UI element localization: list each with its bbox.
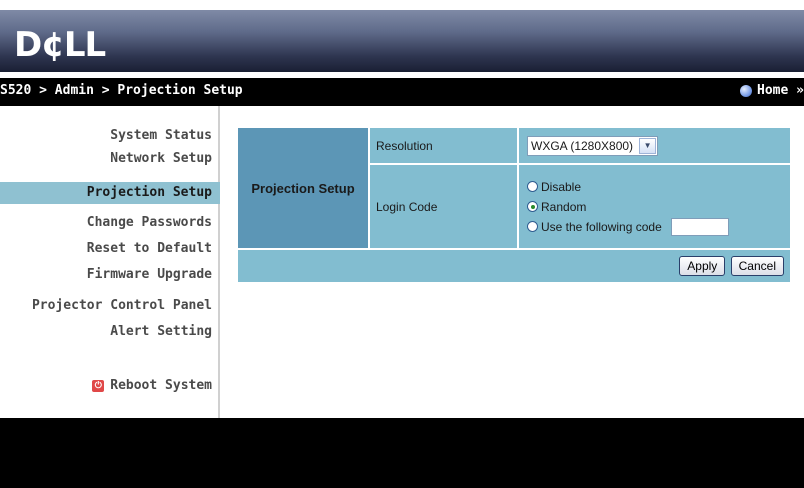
- sidebar-item-alert-setting[interactable]: Alert Setting: [2, 324, 212, 339]
- projection-setup-table: Projection Setup Resolution WXGA (1280X8…: [236, 126, 792, 284]
- home-link[interactable]: Home »: [740, 83, 804, 98]
- sidebar-item-firmware-upgrade[interactable]: Firmware Upgrade: [2, 267, 212, 282]
- breadcrumb-bar: S520 > Admin > Projection Setup Home »: [0, 78, 804, 106]
- sidebar-item-projection-setup[interactable]: Projection Setup: [0, 182, 220, 204]
- resolution-label: Resolution: [370, 128, 517, 163]
- resolution-select-value: WXGA (1280X800): [531, 138, 634, 153]
- sidebar-item-change-passwords[interactable]: Change Passwords: [2, 215, 212, 230]
- sidebar-nav: System Status Network Setup Projection S…: [0, 106, 220, 418]
- top-page-strip: [0, 0, 804, 10]
- custom-code-radio[interactable]: [527, 221, 538, 232]
- sidebar-item-reset-to-default[interactable]: Reset to Default: [2, 241, 212, 256]
- dell-logo: D¢LL: [14, 25, 106, 65]
- sidebar-item-system-status[interactable]: System Status: [2, 128, 212, 143]
- projection-setup-panel: Projection Setup Resolution WXGA (1280X8…: [236, 126, 794, 284]
- section-title: Projection Setup: [238, 128, 368, 248]
- footer-bar: [0, 418, 804, 488]
- resolution-select[interactable]: WXGA (1280X800) ▼: [527, 135, 659, 156]
- globe-icon: [740, 84, 753, 97]
- random-radio-label: Random: [541, 199, 587, 214]
- reboot-system-link[interactable]: ⏻ Reboot System: [2, 378, 212, 393]
- login-code-option-custom[interactable]: Use the following code: [527, 217, 790, 237]
- chevron-down-icon[interactable]: ▼: [639, 137, 657, 154]
- power-icon: ⏻: [92, 379, 105, 392]
- reboot-system-label: Reboot System: [110, 378, 212, 393]
- sidebar-item-projector-control-panel[interactable]: Projector Control Panel: [2, 298, 212, 313]
- random-radio[interactable]: [527, 201, 538, 212]
- sidebar-item-network-setup[interactable]: Network Setup: [2, 151, 212, 166]
- login-code-input[interactable]: [670, 217, 729, 236]
- login-code-label: Login Code: [370, 165, 517, 248]
- login-code-option-random[interactable]: Random: [527, 197, 790, 217]
- form-actions: Apply Cancel: [238, 250, 790, 282]
- disable-radio[interactable]: [527, 181, 538, 192]
- login-code-option-disable[interactable]: Disable: [527, 177, 790, 197]
- home-link-label: Home »: [757, 83, 804, 98]
- breadcrumb: S520 > Admin > Projection Setup: [0, 83, 243, 98]
- disable-radio-label: Disable: [541, 179, 582, 194]
- header-banner: D¢LL: [0, 10, 804, 72]
- custom-code-radio-label: Use the following code: [541, 219, 662, 234]
- cancel-button[interactable]: Cancel: [730, 256, 784, 276]
- apply-button[interactable]: Apply: [679, 256, 726, 276]
